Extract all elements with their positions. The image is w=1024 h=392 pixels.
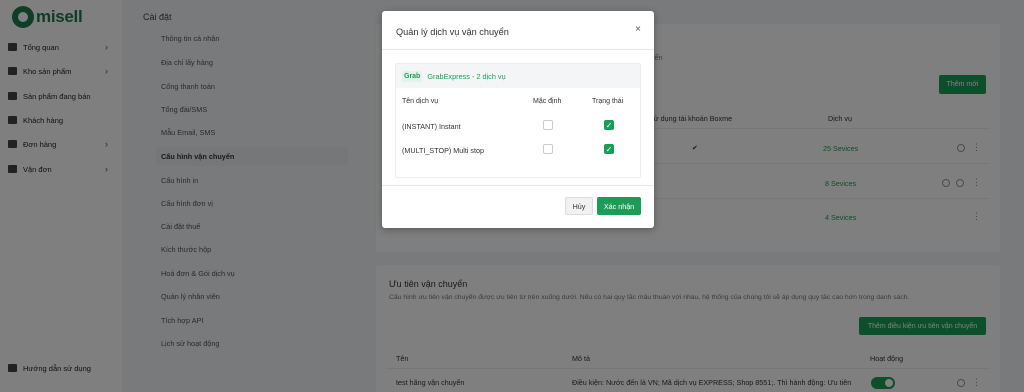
cancel-button[interactable]: Hủy xyxy=(565,197,593,215)
carrier-count: - 2 dịch vụ xyxy=(469,71,506,81)
col-status-header: Trạng thái xyxy=(592,98,624,105)
status-checkbox[interactable]: ✓ xyxy=(604,144,614,154)
close-icon[interactable]: × xyxy=(635,24,641,35)
default-checkbox[interactable] xyxy=(543,144,553,154)
service-name: (INSTANT) Instant xyxy=(402,122,461,131)
col-service-header: Tên dịch vụ xyxy=(402,98,439,105)
carrier-name: GrabExpress xyxy=(427,71,470,81)
carrier-header: Grab GrabExpress - 2 dịch vụ xyxy=(396,64,640,88)
confirm-button[interactable]: Xác nhận xyxy=(597,197,641,215)
divider xyxy=(382,49,654,50)
service-name: (MULTI_STOP) Multi stop xyxy=(402,146,485,155)
status-checkbox[interactable]: ✓ xyxy=(604,120,614,130)
grab-logo: Grab xyxy=(402,70,423,82)
modal-title: Quản lý dịch vụ vận chuyển xyxy=(396,27,509,37)
divider xyxy=(382,185,654,186)
carrier-services-box: Grab GrabExpress - 2 dịch vụ Tên dịch vụ… xyxy=(395,63,641,178)
default-checkbox[interactable] xyxy=(543,120,553,130)
col-default-header: Mặc định xyxy=(533,98,562,105)
shipping-services-modal: Quản lý dịch vụ vận chuyển × Grab GrabEx… xyxy=(382,11,654,228)
